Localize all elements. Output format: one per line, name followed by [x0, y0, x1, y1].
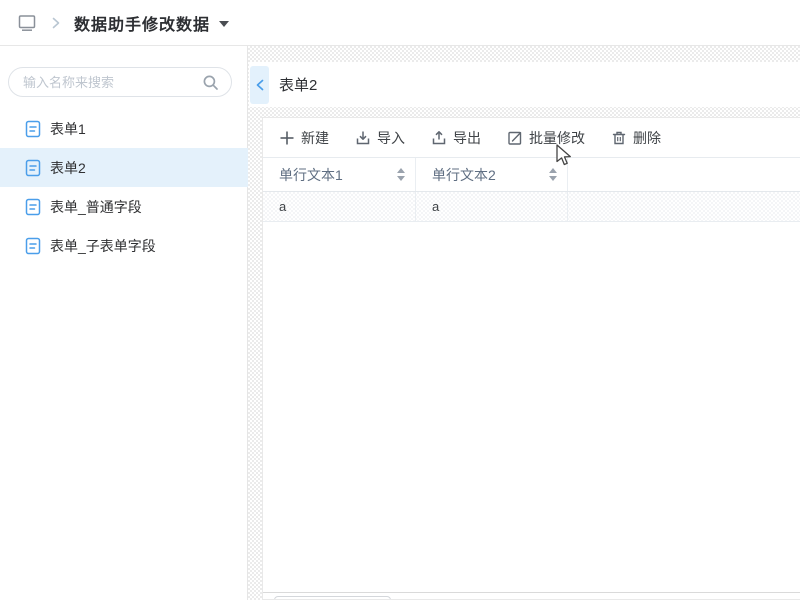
sidebar-item-label: 表单1	[50, 119, 86, 139]
sidebar: 表单1 表单2	[0, 46, 248, 600]
data-panel: 新建 导入	[262, 117, 800, 600]
monitor-icon[interactable]	[16, 12, 38, 34]
top-bar: 数据助手修改数据	[0, 0, 800, 46]
table-empty-area	[263, 222, 800, 592]
form-title: 表单2	[279, 74, 317, 95]
document-icon	[25, 198, 41, 216]
sidebar-item-form1[interactable]: 表单1	[0, 109, 248, 148]
sidebar-item-form-subform-fields[interactable]: 表单_子表单字段	[0, 226, 248, 265]
batch-edit-button[interactable]: 批量修改	[507, 128, 585, 148]
button-label: 导入	[377, 128, 405, 148]
sidebar-item-label: 表单_普通字段	[50, 197, 142, 217]
search-icon[interactable]	[202, 74, 219, 91]
chevron-right-icon	[50, 16, 62, 30]
sidebar-item-label: 表单_子表单字段	[50, 236, 156, 256]
caret-down-icon[interactable]	[219, 21, 229, 27]
column-label: 单行文本1	[279, 165, 343, 185]
back-button[interactable]	[250, 66, 269, 104]
chevron-left-icon	[254, 78, 266, 92]
sidebar-item-form2[interactable]: 表单2	[0, 148, 248, 187]
pagination-bar	[263, 592, 800, 599]
column-header-text2[interactable]: 单行文本2	[416, 158, 568, 191]
app-title[interactable]: 数据助手修改数据	[74, 11, 210, 35]
form-header-bar: 表单2	[249, 62, 800, 107]
button-label: 导出	[453, 128, 481, 148]
document-icon	[25, 237, 41, 255]
edit-icon	[507, 130, 523, 146]
table-toolbar: 新建 导入	[263, 118, 800, 158]
new-button[interactable]: 新建	[279, 128, 329, 148]
export-icon	[431, 130, 447, 146]
sort-icon[interactable]	[397, 168, 405, 181]
form-list: 表单1 表单2	[0, 109, 248, 265]
document-icon	[25, 120, 41, 138]
sort-icon[interactable]	[549, 168, 557, 181]
content-area: 表单1 表单2	[0, 46, 800, 600]
sidebar-item-form-normal-fields[interactable]: 表单_普通字段	[0, 187, 248, 226]
table-header: 单行文本1 单行文本2	[263, 158, 800, 192]
search-box	[8, 67, 232, 97]
cell-text1[interactable]: a	[263, 192, 416, 221]
import-icon	[355, 130, 371, 146]
button-label: 新建	[301, 128, 329, 148]
button-label: 删除	[633, 128, 661, 148]
cell-empty[interactable]	[568, 192, 800, 221]
column-label: 单行文本2	[432, 165, 496, 185]
page-size-select[interactable]	[274, 596, 391, 599]
column-header-text1[interactable]: 单行文本1	[263, 158, 416, 191]
delete-button[interactable]: 删除	[611, 128, 661, 148]
sidebar-item-label: 表单2	[50, 158, 86, 178]
plus-icon	[279, 130, 295, 146]
column-header-empty	[568, 158, 800, 191]
table-row[interactable]: a a	[263, 192, 800, 222]
trash-icon	[611, 130, 627, 146]
document-icon	[25, 159, 41, 177]
cell-text2[interactable]: a	[416, 192, 568, 221]
button-label: 批量修改	[529, 128, 585, 148]
import-button[interactable]: 导入	[355, 128, 405, 148]
search-input[interactable]	[23, 75, 202, 90]
export-button[interactable]: 导出	[431, 128, 481, 148]
